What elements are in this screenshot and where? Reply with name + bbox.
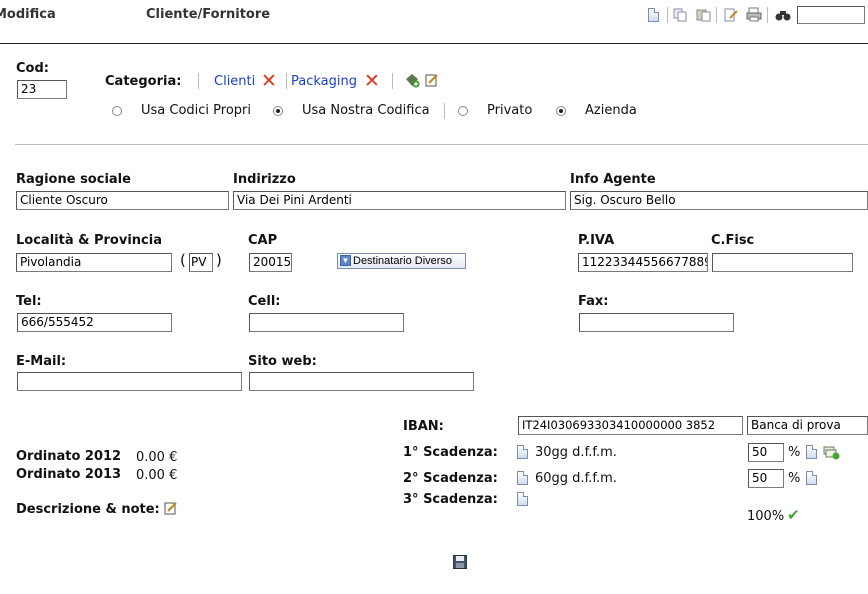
scadenza-2-lookup-icon[interactable] [517, 471, 528, 485]
add-category-icon[interactable] [405, 73, 420, 88]
iban-input[interactable]: IT24I030693303410000000 3852 [518, 416, 743, 435]
mode-title: Modifica [0, 7, 56, 22]
scadenza-3-lookup-icon[interactable] [517, 492, 528, 506]
radio-nostra-codifica[interactable] [273, 106, 283, 116]
scadenza-1-percent-sign: % [788, 445, 801, 460]
piva-label: P.IVA [578, 233, 615, 248]
section-title: Cliente/Fornitore [146, 7, 271, 22]
cod-label: Cod: [16, 61, 49, 76]
category-separator [286, 73, 287, 89]
scadenza-1-lookup-icon[interactable] [517, 445, 528, 459]
email-label: E-Mail: [16, 354, 67, 369]
info-agente-input[interactable]: Sig. Oscuro Bello [570, 191, 868, 210]
provincia-open-paren: ( [180, 251, 186, 269]
radio-azienda-label: Azienda [585, 103, 637, 118]
copy-icon[interactable] [673, 8, 687, 22]
localita-label: Località & Provincia [16, 233, 162, 248]
radio-codici-propri-label: Usa Codici Propri [141, 103, 252, 118]
piva-input[interactable]: 11223344556677889 [578, 253, 708, 272]
edit-category-icon[interactable] [425, 73, 439, 87]
destinatario-diverso-label: Destinatario Diverso [353, 255, 453, 267]
radio-codici-propri[interactable] [112, 106, 122, 116]
cod-input[interactable]: 23 [17, 80, 67, 99]
toolbar-separator [767, 7, 768, 23]
iban-label: IBAN: [403, 419, 444, 434]
scadenza-2-edit-icon[interactable] [806, 471, 817, 485]
cfisc-label: C.Fisc [711, 233, 755, 248]
category-clienti[interactable]: Clienti [214, 74, 255, 89]
cfisc-input[interactable] [712, 253, 853, 272]
cell-label: Cell: [248, 294, 281, 309]
radio-azienda[interactable] [556, 106, 566, 116]
percent-total: 100% [747, 509, 785, 524]
toolbar-separator [716, 7, 717, 23]
scadenza-2-percent-input[interactable]: 50 [748, 469, 784, 488]
cap-label: CAP [248, 233, 278, 248]
remove-clienti-icon[interactable]: ✕ [261, 72, 277, 91]
email-input[interactable] [17, 372, 242, 391]
ragione-sociale-input[interactable]: Cliente Oscuro [16, 191, 229, 210]
section-divider [15, 144, 868, 145]
scadenza-2-label: 2° Scadenza: [403, 471, 498, 486]
info-agente-label: Info Agente [570, 172, 656, 187]
scadenza-1-terms: 30gg d.f.f.m. [535, 445, 617, 460]
scadenza-3-label: 3° Scadenza: [403, 492, 498, 507]
new-document-icon[interactable] [648, 8, 659, 22]
indirizzo-label: Indirizzo [233, 172, 296, 187]
category-separator [392, 73, 393, 89]
radio-nostra-codifica-label: Usa Nostra Codifica [302, 103, 430, 118]
scadenza-1-edit-icon[interactable] [806, 445, 817, 459]
remove-packaging-icon[interactable]: ✕ [364, 72, 380, 91]
scadenza-2-percent-sign: % [788, 471, 801, 486]
sito-web-label: Sito web: [248, 354, 317, 369]
radio-privato-label: Privato [487, 103, 533, 118]
search-input[interactable] [797, 6, 865, 24]
radio-separator [444, 103, 445, 119]
tel-input[interactable]: 666/555452 [17, 313, 172, 332]
indirizzo-input[interactable]: Via Dei Pini Ardenti [233, 191, 566, 210]
ragione-sociale-label: Ragione sociale [16, 172, 131, 187]
tel-label: Tel: [16, 294, 42, 309]
cell-input[interactable] [249, 313, 404, 332]
scadenza-1-label: 1° Scadenza: [403, 445, 498, 460]
sito-web-input[interactable] [249, 372, 474, 391]
save-icon[interactable] [453, 555, 467, 569]
edit-notes-icon[interactable] [164, 501, 178, 515]
bank-input[interactable]: Banca di prova [747, 416, 868, 435]
paste-icon[interactable] [696, 8, 711, 22]
scadenza-2-terms: 60gg d.f.f.m. [535, 471, 617, 486]
notes-label: Descrizione & note: [16, 502, 160, 517]
checkmark-icon: ✔ [787, 506, 800, 524]
radio-privato[interactable] [458, 106, 468, 116]
cap-input[interactable]: 20015 [249, 253, 292, 272]
provincia-close-paren: ) [216, 251, 222, 269]
print-icon[interactable] [746, 7, 762, 22]
find-icon[interactable] [775, 8, 791, 22]
ordinato-2013-value: 0.00 € [136, 468, 178, 483]
chevron-down-icon: ▼ [340, 255, 351, 266]
edit-icon[interactable] [724, 8, 738, 22]
fax-label: Fax: [578, 294, 609, 309]
provincia-input[interactable]: PV [189, 253, 213, 272]
toolbar-separator [667, 7, 668, 23]
ordinato-2012-value: 0.00 € [136, 450, 178, 465]
scadenza-1-percent-input[interactable]: 50 [748, 443, 784, 462]
category-separator [198, 73, 199, 89]
category-packaging[interactable]: Packaging [291, 74, 357, 89]
destinatario-diverso-button[interactable]: ▼ Destinatario Diverso [337, 253, 466, 269]
localita-input[interactable]: Pivolandia [16, 253, 172, 272]
money-icon[interactable] [823, 444, 840, 460]
categoria-label: Categoria: [105, 74, 182, 89]
ordinato-2012-label: Ordinato 2012 [16, 449, 122, 464]
header-divider [0, 43, 868, 44]
ordinato-2013-label: Ordinato 2013 [16, 467, 122, 482]
fax-input[interactable] [579, 313, 734, 332]
